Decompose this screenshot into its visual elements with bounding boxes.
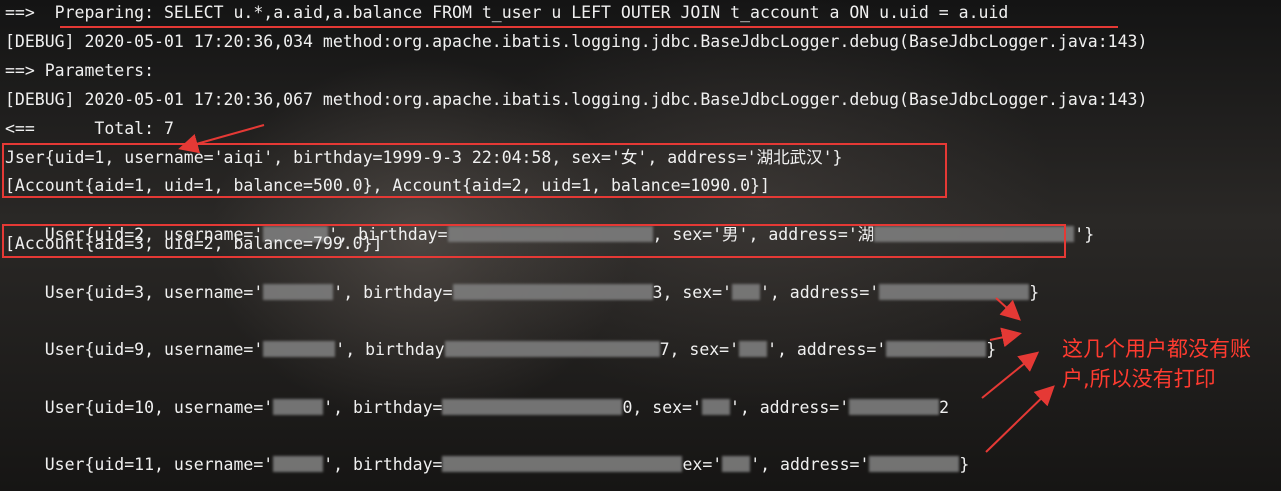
arrow-to-user-10 xyxy=(981,351,1040,399)
arrow-to-user-11 xyxy=(985,385,1055,453)
terminal-screen: ==> Preparing: SELECT u.*,a.aid,a.balanc… xyxy=(0,0,1281,491)
annotation-note: 这几个用户都没有账户,所以没有打印 xyxy=(1062,337,1251,391)
arrow-to-user-3 xyxy=(995,297,1021,321)
annotation-arrows xyxy=(178,124,1055,453)
arrow-to-user-1 xyxy=(178,124,265,154)
arrow-to-user-9 xyxy=(989,327,1022,348)
